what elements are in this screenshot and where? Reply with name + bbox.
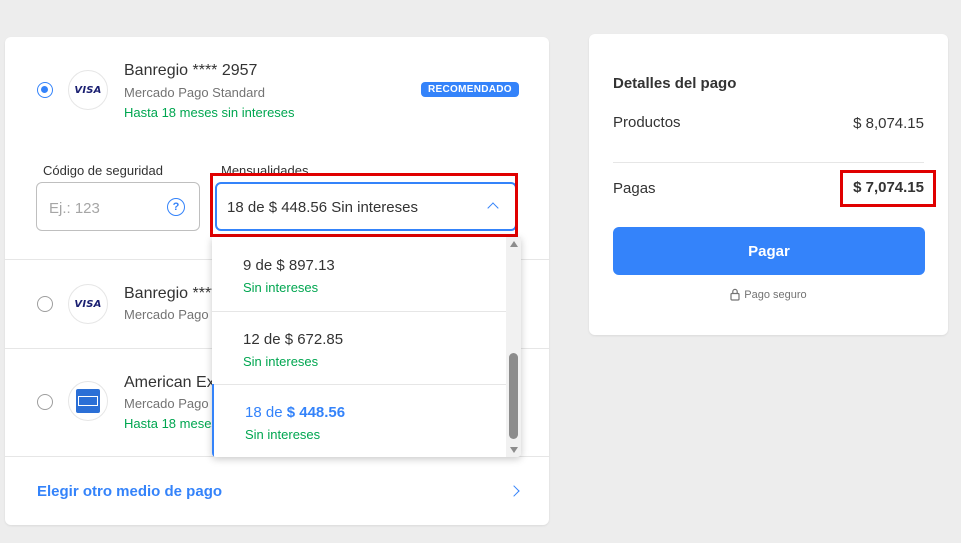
scroll-down-arrow-icon[interactable] [510, 447, 518, 453]
radio-banregio-1[interactable] [37, 82, 53, 98]
secure-payment-note: Pago seguro [589, 288, 948, 301]
visa-logo-icon: VISA [68, 70, 108, 110]
installment-option-12[interactable]: 12 de $ 672.85 Sin intereses [212, 311, 506, 384]
payment-method-subtitle: Mercado Pago [124, 396, 209, 411]
security-code-label: Código de seguridad [43, 163, 163, 178]
radio-banregio-2[interactable] [37, 296, 53, 312]
payment-method-subtitle: Mercado Pago [124, 307, 209, 322]
payment-method-title: American Ex [124, 374, 215, 391]
products-label: Productos [613, 114, 681, 131]
divider [613, 162, 924, 163]
visa-logo-icon: VISA [68, 284, 108, 324]
lock-icon [730, 288, 740, 301]
help-icon[interactable]: ? [167, 198, 185, 216]
security-code-input[interactable] [49, 197, 159, 219]
highlight-box-total [840, 170, 936, 207]
highlight-box-installments [210, 173, 518, 237]
installment-option-18-selected[interactable]: 18 de $ 448.56 Sin intereses [212, 384, 506, 457]
scroll-up-arrow-icon[interactable] [510, 241, 518, 247]
payment-method-subtitle: Mercado Pago Standard [124, 85, 265, 100]
payment-method-title: Banregio **** 2957 [124, 62, 258, 79]
other-payment-method-link[interactable]: Elegir otro medio de pago [37, 483, 222, 500]
payment-method-promo: Hasta 18 meses sin intereses [124, 105, 295, 120]
dropdown-scrollbar[interactable] [506, 237, 521, 457]
amex-logo-icon [68, 381, 108, 421]
installments-dropdown[interactable]: 9 de $ 897.13 Sin intereses 12 de $ 672.… [212, 237, 521, 457]
summary-title: Detalles del pago [613, 75, 737, 92]
security-code-field[interactable]: ? [36, 182, 200, 231]
installment-option-9[interactable]: 9 de $ 897.13 Sin intereses [212, 237, 506, 310]
payment-method-title: Banregio **** [124, 285, 218, 302]
scrollbar-thumb[interactable] [509, 353, 518, 439]
pay-button[interactable]: Pagar [613, 227, 925, 275]
products-value: $ 8,074.15 [853, 115, 924, 132]
radio-amex[interactable] [37, 394, 53, 410]
payment-method-promo: Hasta 18 meses [124, 416, 218, 431]
recommended-badge: RECOMENDADO [421, 82, 519, 97]
payment-summary-card: Detalles del pago Productos $ 8,074.15 P… [589, 34, 948, 335]
total-label: Pagas [613, 180, 656, 197]
chevron-right-icon[interactable] [508, 485, 520, 497]
